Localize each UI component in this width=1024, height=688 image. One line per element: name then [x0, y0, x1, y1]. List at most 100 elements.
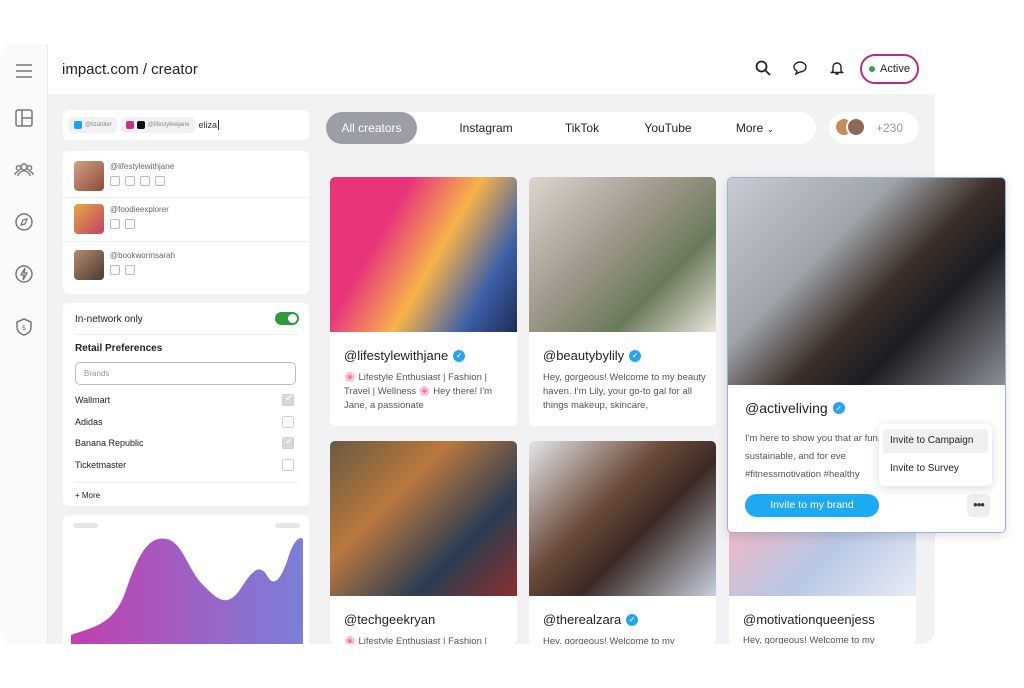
creator-count: +230 — [876, 121, 904, 135]
bell-icon[interactable] — [828, 59, 846, 77]
list-handle: @foodieexplorer — [110, 205, 169, 214]
menu-item-invite-survey[interactable]: Invite to Survey — [883, 457, 988, 481]
tab-all-creators[interactable]: All creators — [326, 112, 417, 144]
brand-checkbox[interactable] — [282, 436, 294, 449]
creator-card[interactable]: @therealzara ✓ Hey, gorgeous! Welcome to … — [529, 441, 716, 644]
brand-option[interactable]: Ticketmaster — [75, 459, 294, 471]
invite-menu: Invite to Campaign Invite to Survey — [879, 424, 992, 486]
app-title: impact.com / creator — [62, 61, 198, 78]
creator-photo — [330, 441, 517, 596]
creator-bio: 🌸 Lifestyle Enthusiast | Fashion | Trave… — [344, 372, 493, 411]
brand-label: Banana Republic — [75, 438, 144, 448]
creator-card[interactable]: @techgeekryan 🌸 Lifestyle Enthusiast | F… — [330, 441, 517, 644]
in-network-toggle[interactable] — [275, 312, 299, 325]
avatar — [74, 204, 104, 234]
menu-icon[interactable] — [14, 61, 34, 81]
twitter-icon — [140, 176, 150, 186]
verified-icon: ✓ — [626, 613, 639, 626]
creator-bio: Hey, gorgeous! Welcome to my — [743, 635, 875, 644]
twitter-icon — [74, 121, 82, 129]
creator-search-input[interactable]: @lizatoler @lifestylewjane eliza — [63, 110, 309, 140]
status-dot — [869, 66, 876, 72]
creator-handle: @lifestylewithjane ✓ — [344, 348, 466, 363]
creator-photo — [529, 177, 716, 332]
creator-handle: @activeliving ✓ — [745, 400, 845, 416]
brand-label: Wallmart — [75, 395, 111, 405]
chevron-down-icon: ⌄ — [766, 124, 775, 134]
verified-icon: ✓ — [629, 349, 642, 362]
invite-to-brand-button[interactable]: Invite to my brand — [745, 494, 879, 517]
creator-photo — [728, 178, 1005, 385]
handle-text: @motivationqueenjess — [743, 612, 875, 627]
chip-label: @lifestylewjane — [147, 122, 190, 128]
list-item[interactable]: @lifestylewithjane — [74, 161, 294, 201]
shield-icon[interactable]: $ — [14, 317, 34, 337]
dashboard-icon[interactable] — [14, 108, 34, 128]
active-status-button[interactable]: Active — [860, 54, 919, 84]
brand-label: Adidas — [75, 417, 103, 427]
brand-checkbox[interactable] — [282, 459, 294, 471]
creator-bio: Hey, gorgeous! Welcome to my beauty have… — [543, 372, 706, 411]
tiktok-icon — [136, 121, 145, 129]
search-icon[interactable] — [754, 59, 772, 77]
instagram-icon — [110, 176, 120, 186]
tab-more[interactable]: More ⌄ — [724, 112, 786, 144]
creator-avatars-summary[interactable]: +230 — [829, 112, 919, 144]
handle-text: @lifestylewithjane — [344, 348, 449, 363]
avatar — [846, 117, 866, 137]
side-rail: $ — [0, 44, 48, 644]
divider — [63, 197, 309, 198]
creator-card[interactable]: @motivationqueenjess Hey, gorgeous! Welc… — [729, 520, 916, 644]
list-handle: @lifestylewithjane — [110, 162, 175, 171]
search-chip-twitter[interactable]: @lizatoler — [69, 117, 117, 133]
performance-chart — [63, 515, 309, 644]
brand-checkbox[interactable] — [282, 393, 294, 406]
compass-icon[interactable] — [14, 212, 34, 232]
instagram-icon — [125, 121, 134, 129]
more-brands-link[interactable]: + More — [75, 491, 299, 500]
chip-label: @lizatoler — [85, 122, 112, 128]
filters-panel: In-network only Retail Preferences Brand… — [63, 303, 309, 506]
divider — [75, 334, 299, 335]
retail-title: Retail Preferences — [75, 343, 163, 354]
creator-list: @lifestylewithjane @foodieexplorer @book… — [63, 151, 309, 294]
youtube-icon — [155, 176, 165, 186]
brands-input[interactable]: Brands — [75, 362, 296, 385]
creator-bio: Hey, gorgeous! Welcome to my — [543, 636, 675, 644]
tab-tiktok[interactable]: TikTok — [548, 112, 616, 144]
search-chip-instagram[interactable]: @lifestylewjane — [120, 117, 195, 133]
list-item[interactable]: @bookwormsarah — [74, 250, 294, 290]
divider — [75, 482, 299, 483]
creator-card[interactable]: @lifestylewithjane ✓ 🌸 Lifestyle Enthusia… — [330, 177, 517, 426]
creator-handle: @techgeekryan — [344, 612, 435, 627]
search-query: eliza — [198, 120, 220, 130]
chart-label-placeholder — [73, 523, 98, 528]
chat-icon[interactable] — [791, 59, 809, 77]
tab-more-label: More — [735, 121, 764, 135]
tab-youtube[interactable]: YouTube — [632, 112, 704, 144]
brand-option[interactable]: Banana Republic — [75, 436, 294, 449]
list-handle: @bookwormsarah — [110, 251, 176, 260]
lightning-icon[interactable] — [14, 264, 34, 284]
tab-instagram[interactable]: Instagram — [446, 112, 526, 144]
verified-icon: ✓ — [832, 402, 845, 414]
more-options-button[interactable]: ••• — [967, 494, 990, 517]
area-chart-svg — [71, 523, 303, 644]
in-network-label: In-network only — [75, 314, 143, 325]
users-icon[interactable] — [14, 160, 34, 180]
svg-text:$: $ — [22, 324, 26, 332]
creator-handle: @motivationqueenjess — [743, 612, 875, 627]
verified-icon: ✓ — [453, 349, 466, 362]
list-item[interactable]: @foodieexplorer — [74, 204, 294, 244]
tiktok-icon — [125, 176, 135, 186]
instagram-icon — [110, 219, 120, 229]
creator-handle: @beautybylily ✓ — [543, 348, 642, 363]
menu-item-invite-campaign[interactable]: Invite to Campaign — [883, 429, 988, 453]
creator-bio: 🌸 Lifestyle Enthusiast | Fashion | — [344, 636, 487, 644]
brand-checkbox[interactable] — [282, 416, 294, 428]
creator-card[interactable]: @beautybylily ✓ Hey, gorgeous! Welcome to… — [529, 177, 716, 426]
brand-option[interactable]: Adidas — [75, 416, 294, 428]
brand-option[interactable]: Wallmart — [75, 393, 294, 406]
twitter-icon — [110, 265, 120, 275]
handle-text: @techgeekryan — [344, 612, 436, 627]
